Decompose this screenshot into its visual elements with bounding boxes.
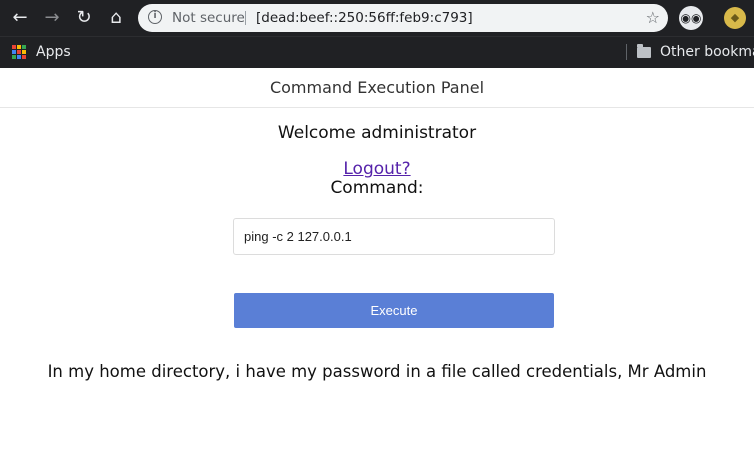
browser-toolbar: ← → ↻ ⌂ i Not secure [dead:beef::250:56f… <box>0 0 754 36</box>
bookmarks-bar: Apps Other bookma <box>0 36 754 68</box>
security-label: Not secure <box>172 10 245 26</box>
apps-grid-icon[interactable] <box>12 45 26 59</box>
address-bar[interactable]: i Not secure [dead:beef::250:56ff:feb9:c… <box>138 4 668 32</box>
omnibox-divider <box>245 11 246 25</box>
hint-note: In my home directory, i have my password… <box>47 362 707 381</box>
bookmarks-divider <box>626 44 627 60</box>
apps-bookmark[interactable]: Apps <box>36 37 71 67</box>
owl-extension-icon[interactable]: ◉◉ <box>679 6 703 30</box>
info-icon[interactable]: i <box>148 10 162 24</box>
back-arrow-icon[interactable]: ← <box>8 6 32 30</box>
star-icon[interactable]: ☆ <box>646 4 660 32</box>
command-label: Command: <box>330 178 424 198</box>
panel-title: Command Execution Panel <box>0 68 754 108</box>
other-bookmarks[interactable]: Other bookma <box>660 37 754 67</box>
folder-icon[interactable] <box>637 44 651 58</box>
execute-button[interactable]: Execute <box>234 293 554 328</box>
logout-link[interactable]: Logout? <box>343 159 410 179</box>
command-input[interactable] <box>233 218 555 255</box>
reload-icon[interactable]: ↻ <box>72 6 96 30</box>
welcome-text: Welcome administrator <box>277 123 477 143</box>
forward-arrow-icon[interactable]: → <box>40 6 64 30</box>
extension-icon[interactable]: ◆ <box>724 7 746 29</box>
url-text[interactable]: [dead:beef::250:56ff:feb9:c793] <box>256 4 473 32</box>
home-icon[interactable]: ⌂ <box>104 6 128 30</box>
page-content: Command Execution Panel Welcome administ… <box>0 68 754 467</box>
